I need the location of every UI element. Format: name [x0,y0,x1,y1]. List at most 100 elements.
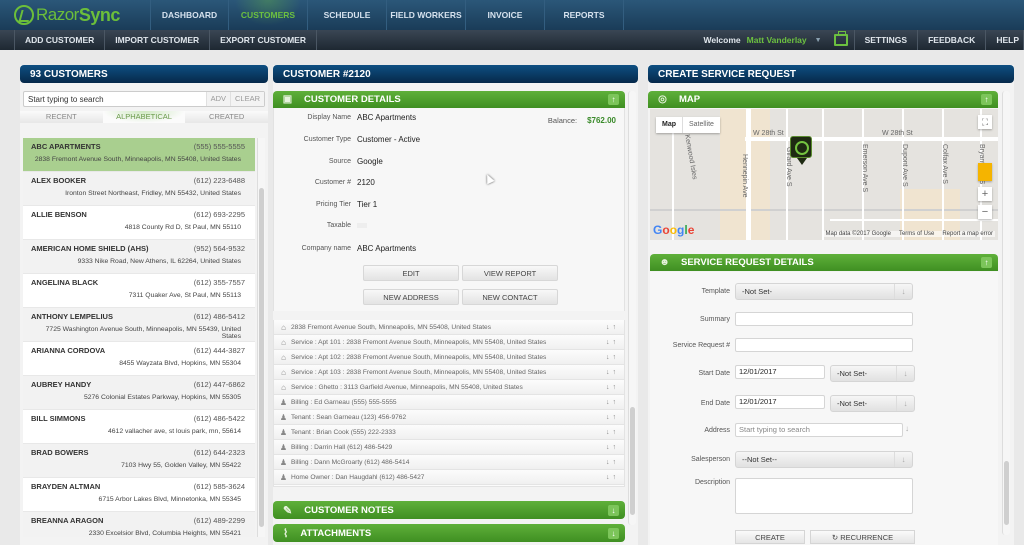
contact-list-item[interactable]: ♟ Billing : Darrin Hall (612) 486-5429 ↓↑ [274,440,624,455]
nav-field-workers[interactable]: FIELD WORKERS [386,0,465,30]
user-menu[interactable]: Matt Vanderlay [747,35,807,45]
location-pin-icon[interactable] [790,136,812,165]
nav-reports[interactable]: REPORTS [544,0,624,30]
taxable-checkbox[interactable] [357,223,367,228]
address-input[interactable]: Start typing to search [735,423,903,437]
address-list-item[interactable]: ⌂ Service : Ghetto : 3113 Garfield Avenue… [274,380,624,395]
customer-list-item[interactable]: ALLIE BENSON (612) 693-2295 4818 County Rd… [23,206,255,240]
salesperson-select[interactable]: --Not Set-- ↓ [735,451,913,468]
summary-input[interactable] [735,312,913,326]
scrollbar-thumb[interactable] [1004,461,1009,525]
address-list-item[interactable]: ⌂ 2838 Fremont Avenue South, Minneapolis,… [274,320,624,335]
move-arrows-icon[interactable]: ↓↑ [606,354,619,361]
move-arrows-icon[interactable]: ↓↑ [606,324,619,331]
map[interactable]: W 28th St W 28th St Hennepin Ave Girard … [650,109,998,240]
customer-list-scrollbar[interactable] [257,138,265,537]
move-arrows-icon[interactable]: ↓↑ [606,459,619,466]
create-button[interactable]: CREATE [735,530,805,544]
inbox-icon[interactable] [833,31,848,46]
help-button[interactable]: HELP [986,30,1024,50]
service-panel-scrollbar[interactable] [1002,91,1010,535]
map-type-map[interactable]: Map [656,117,683,133]
customer-list-item[interactable]: BRAD BOWERS (612) 644-2323 7103 Hwy 55, Go… [23,444,255,478]
end-time-select[interactable]: -Not Set- ↓ [830,395,915,412]
address-dropdown-icon[interactable]: ↓ [905,424,909,433]
attachments-header[interactable]: ⌇ ATTACHMENTS ↓ [273,524,625,542]
service-request-details-header[interactable]: ☻ SERVICE REQUEST DETAILS ↑ [650,254,998,271]
new-contact-button[interactable]: NEW CONTACT [462,289,558,305]
fullscreen-icon[interactable]: ⛶ [978,115,992,129]
contact-list-item[interactable]: ♟ Tenant : Brian Cook (555) 222-2333 ↓↑ [274,425,624,440]
customer-list-item[interactable]: BREANNA ARAGON (612) 489-2299 2330 Excelsi… [23,512,255,537]
customer-list-item[interactable]: ABC APARTMENTS (555) 555-5555 2838 Fremont… [23,138,255,172]
customer-list-item[interactable]: ANTHONY LEMPELIUS (612) 486-5412 7725 Wash… [23,308,255,342]
terms-of-use-link[interactable]: Terms of Use [899,231,934,237]
advanced-search-button[interactable]: ADV [205,92,230,106]
customer-details-header[interactable]: ▣ CUSTOMER DETAILS ↑ [273,91,625,108]
recurrence-button[interactable]: ↻ RECURRENCE [810,530,915,544]
customer-panel-scrollbar[interactable] [628,91,636,525]
start-time-select[interactable]: -Not Set- ↓ [830,365,915,382]
view-report-button[interactable]: VIEW REPORT [462,265,558,281]
template-select[interactable]: -Not Set- ↓ [735,283,913,300]
collapse-arrow-icon[interactable]: ↑ [981,94,992,105]
customer-list-item[interactable]: BILL SIMMONS (612) 486-5422 4612 vallacher… [23,410,255,444]
tab-alphabetical[interactable]: ALPHABETICAL [102,111,186,123]
contact-list-item[interactable]: ♟ Billing : Dann McGroarty (612) 486-5414… [274,455,624,470]
end-date-input[interactable]: 12/01/2017 [735,395,825,409]
move-arrows-icon[interactable]: ↓↑ [606,444,619,451]
zoom-out-icon[interactable]: − [978,205,992,219]
customer-list-item[interactable]: BRAYDEN ALTMAN (612) 585-3624 6715 Arbor L… [23,478,255,512]
address-list-item[interactable]: ⌂ Service : Apt 102 : 2838 Fremont Avenue… [274,350,624,365]
new-address-button[interactable]: NEW ADDRESS [363,289,459,305]
customer-list-item[interactable]: ARIANNA CORDOVA (612) 444-3827 8455 Wayzat… [23,342,255,376]
customer-list-item[interactable]: AMERICAN HOME SHIELD (AHS) (952) 564-9532… [23,240,255,274]
address-list-item[interactable]: ⌂ Service : Apt 103 : 2838 Fremont Avenue… [274,365,624,380]
move-arrows-icon[interactable]: ↓↑ [606,369,619,376]
tab-created[interactable]: CREATED [185,111,268,123]
clear-search-button[interactable]: CLEAR [229,92,264,106]
move-arrows-icon[interactable]: ↓↑ [606,399,619,406]
nav-invoice[interactable]: INVOICE [465,0,544,30]
nav-dashboard[interactable]: DASHBOARD [150,0,228,30]
scrollbar-thumb[interactable] [630,407,635,515]
nav-schedule[interactable]: SCHEDULE [307,0,386,30]
import-customer-button[interactable]: IMPORT CUSTOMER [105,30,211,50]
customer-list-item[interactable]: AUBREY HANDY (612) 447-6862 5276 Colonial … [23,376,255,410]
description-textarea[interactable] [735,478,913,514]
address-list-item[interactable]: ⌂ Service : Apt 101 : 2838 Fremont Avenue… [274,335,624,350]
map-header[interactable]: ◎ MAP ↑ [648,91,998,108]
expand-arrow-icon[interactable]: ↓ [608,528,619,539]
report-map-error-link[interactable]: Report a map error [942,231,993,237]
move-arrows-icon[interactable]: ↓↑ [606,339,619,346]
customer-list-item[interactable]: ANGELINA BLACK (612) 355-7557 7311 Quaker … [23,274,255,308]
map-type-satellite[interactable]: Satellite [683,117,720,133]
expand-arrow-icon[interactable]: ↓ [608,505,619,516]
zoom-in-icon[interactable]: + [978,187,992,201]
service-request-number-input[interactable] [735,338,913,352]
move-arrows-icon[interactable]: ↓↑ [606,414,619,421]
pegman-icon[interactable] [978,163,992,181]
start-date-input[interactable]: 12/01/2017 [735,365,825,379]
tab-recent[interactable]: RECENT [20,111,103,123]
move-arrows-icon[interactable]: ↓↑ [606,474,619,481]
move-arrows-icon[interactable]: ↓↑ [606,384,619,391]
edit-button[interactable]: EDIT [363,265,459,281]
scrollbar-thumb[interactable] [259,188,264,527]
contact-list-item[interactable]: ♟ Home Owner : Dan Haugdahl (612) 486-542… [274,470,624,485]
contact-list-item[interactable]: ♟ Billing : Ed Garneau (555) 555-5555 ↓↑ [274,395,624,410]
customer-notes-header[interactable]: ✎ CUSTOMER NOTES ↓ [273,501,625,519]
customer-list-item[interactable]: ALEX BOOKER (612) 223-6488 Ironton Street … [23,172,255,206]
nav-customers[interactable]: CUSTOMERS [228,0,307,30]
settings-button[interactable]: SETTINGS [853,30,919,50]
export-customer-button[interactable]: EXPORT CUSTOMER [210,30,317,50]
chevron-down-icon[interactable]: ▼ [815,37,822,44]
move-arrows-icon[interactable]: ↓↑ [606,429,619,436]
feedback-button[interactable]: FEEDBACK [918,30,987,50]
customer-search-input[interactable]: Start typing to search [24,95,206,104]
add-customer-button[interactable]: ADD CUSTOMER [15,30,106,50]
collapse-arrow-icon[interactable]: ↑ [608,94,619,105]
contact-list-item[interactable]: ♟ Tenant : Sean Garneau (123) 456-9762 ↓↑ [274,410,624,425]
collapse-arrow-icon[interactable]: ↑ [981,257,992,268]
razorsync-logo[interactable]: Razor Sync [0,0,150,30]
